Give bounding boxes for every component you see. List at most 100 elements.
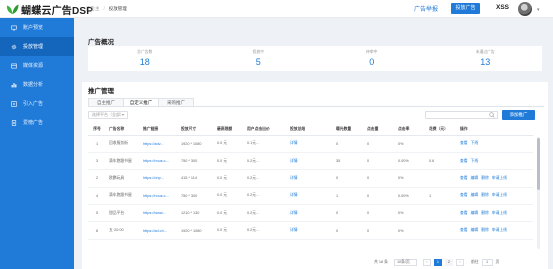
- stat-label: 未通过广告: [475, 50, 495, 54]
- cell-bid: 0.2元...: [244, 152, 287, 171]
- table-row: 1 回收服务街 https://adv... 1920 * 1080 0.0 元…: [88, 135, 533, 153]
- cell-size: 750 * 300: [178, 152, 214, 171]
- launch-ad-button[interactable]: 投放广告: [451, 3, 480, 14]
- column-header: 推广链接: [140, 124, 178, 136]
- cell-ctr: 0.00%: [395, 187, 426, 206]
- view-action[interactable]: 查看: [460, 228, 468, 232]
- sidebar-item-media[interactable]: 媒体资源: [0, 56, 74, 75]
- page-size-select[interactable]: 10条/页: [393, 258, 417, 266]
- request-online-action[interactable]: 申请上线: [492, 211, 507, 215]
- column-header[interactable]: 花费（元）: [426, 124, 457, 136]
- page-button-2[interactable]: 2: [444, 258, 453, 266]
- view-action[interactable]: 查看: [460, 193, 468, 197]
- search-input[interactable]: [425, 111, 498, 119]
- cell-url[interactable]: https://www...: [140, 204, 178, 223]
- column-header[interactable]: 点击率: [395, 124, 426, 136]
- stat-label: 总广告数: [137, 50, 153, 54]
- chevron-down-icon[interactable]: ▾: [537, 7, 540, 13]
- sidebar-item-import[interactable]: 引入广告: [0, 94, 74, 113]
- cell-clicks: 0: [364, 221, 395, 240]
- breadcrumb-item-current: 投放管理: [108, 6, 127, 11]
- cell-actions: 查看 下线: [457, 152, 533, 171]
- cell-views: 35: [333, 152, 364, 171]
- page-button-1[interactable]: 1: [433, 258, 442, 266]
- table-row: 5 甜品平台 https://www... 1210 * 130 0.0 元 0…: [88, 204, 533, 223]
- cell-summary-link[interactable]: 详情: [287, 135, 333, 153]
- overview-title: 广告概况: [88, 39, 114, 46]
- cell-ctr: 0%: [395, 221, 426, 240]
- import-icon: [11, 100, 17, 107]
- cell-name: 甜品平台: [106, 204, 140, 223]
- goto-label: 前往: [470, 259, 479, 264]
- cell-no: 6: [88, 221, 106, 240]
- cell-summary-link[interactable]: 详情: [287, 204, 333, 223]
- request-online-action[interactable]: 申请上线: [492, 193, 507, 197]
- cell-bid: 0.1元...: [244, 135, 287, 153]
- goto-page-input[interactable]: 1: [481, 258, 493, 266]
- cell-views: 0: [333, 169, 364, 188]
- cell-size: 1920 * 1080: [178, 135, 214, 153]
- avatar[interactable]: [518, 2, 532, 16]
- request-online-action[interactable]: 申请上线: [492, 228, 507, 232]
- view-action[interactable]: 查看: [460, 176, 468, 180]
- prev-page-button[interactable]: ‹: [422, 258, 431, 266]
- cell-views: 0: [333, 221, 364, 240]
- stat-running: 投放中 5: [202, 46, 316, 71]
- add-promo-button[interactable]: 添加推广: [502, 110, 535, 120]
- cell-ctr: 0.00%: [395, 152, 426, 171]
- view-action[interactable]: 查看: [460, 141, 468, 145]
- promo-title: 推广管理: [88, 88, 114, 95]
- cell-no: 3: [88, 152, 106, 171]
- cell-url[interactable]: https://adv...: [140, 135, 178, 153]
- sidebar-item-analytics[interactable]: 数据分析: [0, 75, 74, 94]
- cell-url[interactable]: https://ad.ch...: [140, 221, 178, 240]
- next-page-button[interactable]: ›: [455, 258, 464, 266]
- offline-action[interactable]: 下线: [471, 159, 479, 163]
- search-icon[interactable]: [489, 112, 495, 118]
- promo-table: 序号 广告名称 推广链接 投放尺寸 最高限额 用户点击出价 投放总结 曝光数量 …: [88, 124, 533, 240]
- cell-summary-link[interactable]: 详情: [287, 169, 333, 188]
- tabs-divider: [88, 106, 544, 107]
- sidebar-item-label: 投放管理: [23, 44, 44, 50]
- column-header: 投放总结: [287, 124, 333, 136]
- stat-value: 0: [369, 57, 375, 67]
- overview-stats: 总广告数 18 投放中 5 待审中 0 未通过广告 13: [88, 46, 542, 71]
- cell-url[interactable]: https://nous.c...: [140, 187, 178, 206]
- request-online-action[interactable]: 申请上线: [492, 176, 507, 180]
- breadcrumb-item-advertiser[interactable]: 广告主: [86, 6, 100, 11]
- column-header: 操作: [457, 124, 533, 136]
- cell-summary-link[interactable]: 详情: [287, 221, 333, 240]
- cell-size: 1920 * 1080: [178, 221, 214, 240]
- cell-url[interactable]: https://ohp...: [140, 169, 178, 188]
- column-header: 用户点击出价: [244, 124, 287, 136]
- cell-url[interactable]: https://nous.c...: [140, 152, 178, 171]
- offline-action[interactable]: 下线: [471, 141, 479, 145]
- delete-action[interactable]: 删除: [481, 193, 489, 197]
- delete-action[interactable]: 删除: [481, 211, 489, 215]
- delete-action[interactable]: 删除: [481, 228, 489, 232]
- column-header[interactable]: 曝光数量: [333, 124, 364, 136]
- platform-select[interactable]: 选择平台（全部） ▾: [88, 111, 128, 119]
- ad-report-link[interactable]: 广告举报: [414, 4, 438, 13]
- cell-summary-link[interactable]: 详情: [287, 187, 333, 206]
- edit-action[interactable]: 编辑: [471, 176, 479, 180]
- sidebar-item-label: 账户预览: [23, 25, 44, 31]
- scrollbar-thumb[interactable]: [537, 138, 540, 190]
- sidebar-item-ranking[interactable]: 爱榜广告: [0, 113, 74, 132]
- cell-clicks: 0: [364, 152, 395, 171]
- edit-action[interactable]: 编辑: [471, 193, 479, 197]
- edit-action[interactable]: 编辑: [471, 228, 479, 232]
- cell-actions: 查看 编辑 删除 申请上线: [457, 169, 533, 188]
- username[interactable]: XSS: [496, 4, 509, 11]
- cell-name: 滴车跑跟书屋: [106, 187, 140, 206]
- sidebar-item-account[interactable]: 账户预览: [0, 18, 74, 37]
- column-header[interactable]: 点击量: [364, 124, 395, 136]
- view-action[interactable]: 查看: [460, 211, 468, 215]
- logo[interactable]: 蝴蝶云广告DSP: [6, 3, 93, 17]
- monitor-icon: [11, 25, 17, 30]
- cell-summary-link[interactable]: 详情: [287, 152, 333, 171]
- delete-action[interactable]: 删除: [481, 176, 489, 180]
- view-action[interactable]: 查看: [460, 159, 468, 163]
- sidebar-item-campaigns[interactable]: 投放管理: [0, 37, 74, 56]
- edit-action[interactable]: 编辑: [471, 211, 479, 215]
